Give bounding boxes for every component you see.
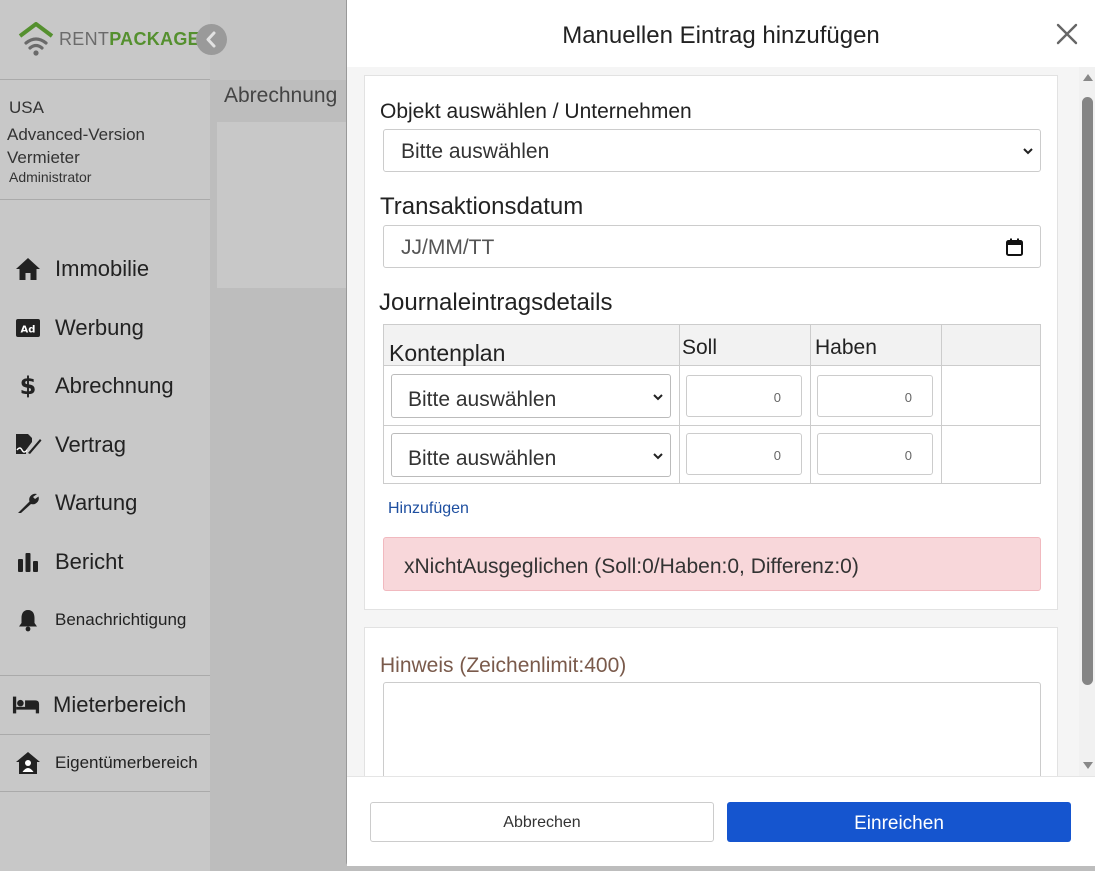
chevron-down-icon <box>653 453 663 460</box>
dollar-icon: $ <box>14 373 42 399</box>
manual-entry-modal: Manuellen Eintrag hinzufügen Objekt ausw… <box>346 0 1095 866</box>
row-divider <box>384 425 1040 426</box>
sidebar-item-abrechnung[interactable]: $ Abrechnung <box>0 357 210 416</box>
home-icon <box>14 256 42 282</box>
sidebar-item-immobilie[interactable]: Immobilie <box>0 240 210 299</box>
sidebar-item-label: Abrechnung <box>55 373 174 399</box>
note-card: Hinweis (Zeichenlimit:400) <box>364 627 1058 776</box>
bell-icon <box>14 607 42 633</box>
credit-input[interactable]: 0 <box>817 375 933 417</box>
note-label: Hinweis (Zeichenlimit:400) <box>380 654 627 677</box>
bed-icon <box>12 692 40 718</box>
chevron-down-icon <box>653 394 663 401</box>
date-input[interactable]: JJ/MM/TT <box>383 225 1041 268</box>
account-select[interactable]: Bitte auswählen <box>391 374 671 418</box>
column-divider <box>941 325 942 483</box>
sidebar: RENTPACKAGE USA Advanced-Version Vermiet… <box>0 0 210 871</box>
bar-chart-icon <box>14 549 42 575</box>
main-header <box>210 0 350 80</box>
sidebar-item-mieterbereich[interactable]: Mieterbereich <box>0 675 210 734</box>
debit-input[interactable]: 0 <box>686 433 802 475</box>
date-label: Transaktionsdatum <box>380 193 584 220</box>
chevron-left-icon <box>206 31 216 48</box>
account-select-value: Bitte auswählen <box>408 447 557 470</box>
sidebar-item-eigentuemerbereich[interactable]: Eigentümerbereich <box>0 733 210 792</box>
sidebar-item-werbung[interactable]: Ad Werbung <box>0 299 210 358</box>
sidebar-item-label: Werbung <box>55 314 144 340</box>
account-select-value: Bitte auswählen <box>408 388 557 411</box>
sidebar-item-label: Benachrichtigung <box>55 610 187 630</box>
user-role: Vermieter <box>7 148 80 167</box>
sidebar-item-label: Immobilie <box>55 256 150 282</box>
sidebar-item-label: Wartung <box>55 490 138 516</box>
user-country: USA <box>9 98 44 117</box>
credit-input[interactable]: 0 <box>817 433 933 475</box>
object-select[interactable]: Bitte auswählen <box>383 129 1041 172</box>
scroll-down-arrow-icon[interactable] <box>1083 762 1093 769</box>
svg-text:$: $ <box>20 373 36 399</box>
header-soll: Soll <box>682 336 718 359</box>
sidebar-item-benachrichtigung[interactable]: Benachrichtigung <box>0 591 210 650</box>
journal-details-label: Journaleintragsdetails <box>379 289 613 316</box>
date-input-placeholder: JJ/MM/TT <box>401 235 495 259</box>
modal-footer: Abbrechen Einreichen <box>347 776 1095 866</box>
close-icon[interactable] <box>1055 22 1079 46</box>
column-divider <box>810 325 811 483</box>
sidebar-nav: Immobilie Ad Werbung $ Abrechnung Vertra… <box>0 200 210 650</box>
content-card <box>217 122 357 288</box>
header-haben: Haben <box>815 336 877 359</box>
chevron-down-icon <box>1023 148 1033 155</box>
account-select[interactable]: Bitte auswählen <box>391 433 671 477</box>
sidebar-item-vertrag[interactable]: Vertrag <box>0 416 210 475</box>
logo-icon <box>18 22 54 56</box>
submit-button[interactable]: Einreichen <box>727 802 1071 842</box>
logo-text: RENTPACKAGE <box>59 29 200 50</box>
cancel-button[interactable]: Abbrechen <box>370 802 714 842</box>
add-row-link[interactable]: Hinzufügen <box>388 500 469 518</box>
scroll-thumb[interactable] <box>1082 97 1093 685</box>
object-label: Objekt auswählen / Unternehmen <box>380 100 692 123</box>
scroll-up-arrow-icon[interactable] <box>1083 74 1093 81</box>
journal-table: Kontenplan Soll Haben Bitte auswählen 0 … <box>383 324 1041 484</box>
user-plan: Advanced-Version <box>7 125 145 144</box>
object-select-value: Bitte auswählen <box>401 140 550 163</box>
sidebar-item-label: Mieterbereich <box>53 691 187 717</box>
user-role-sub: Administrator <box>9 169 92 185</box>
modal-title: Manuellen Eintrag hinzufügen <box>562 22 880 49</box>
house-user-icon <box>14 750 42 776</box>
calendar-icon[interactable] <box>1006 238 1023 256</box>
svg-text:Ad: Ad <box>21 324 36 335</box>
collapse-sidebar-button[interactable] <box>196 24 227 55</box>
sidebar-lower-nav: Mieterbereich Eigentümerbereich <box>0 675 210 792</box>
logo-text-package: PACKAGE <box>109 29 200 49</box>
sidebar-item-label: Eigentümerbereich <box>55 752 198 772</box>
breadcrumb: Abrechnung <box>224 84 338 107</box>
sidebar-item-label: Vertrag <box>55 431 126 457</box>
unbalanced-alert: xNichtAusgeglichen (Soll:0/Haben:0, Diff… <box>383 537 1041 591</box>
sidebar-item-wartung[interactable]: Wartung <box>0 474 210 533</box>
entry-form-card: Objekt auswählen / Unternehmen Bitte aus… <box>364 75 1058 610</box>
wrench-icon <box>14 490 42 516</box>
contract-sign-icon <box>14 432 42 458</box>
modal-body: Objekt auswählen / Unternehmen Bitte aus… <box>347 67 1079 776</box>
column-divider <box>679 325 680 483</box>
user-info: USA Advanced-Version Vermieter Administr… <box>0 80 210 200</box>
ad-icon: Ad <box>14 315 42 341</box>
sidebar-item-bericht[interactable]: Bericht <box>0 533 210 592</box>
header-kontenplan: Kontenplan <box>389 340 506 366</box>
modal-scrollbar[interactable] <box>1079 67 1095 776</box>
sidebar-item-label: Bericht <box>55 548 124 574</box>
logo-text-rent: RENT <box>59 29 110 49</box>
note-textarea[interactable] <box>383 682 1041 776</box>
debit-input[interactable]: 0 <box>686 375 802 417</box>
logo-area: RENTPACKAGE <box>0 0 210 80</box>
